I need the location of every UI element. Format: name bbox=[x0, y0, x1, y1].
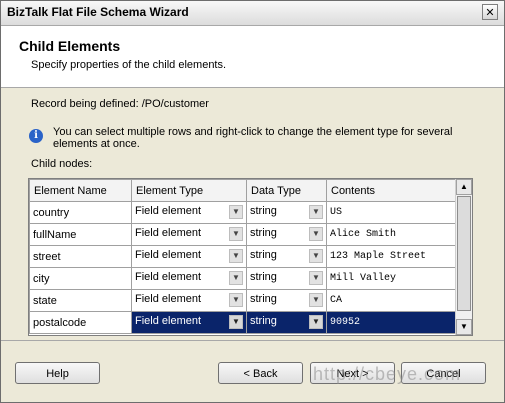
table-row[interactable]: country Field element ▼ string ▼ US bbox=[29, 201, 456, 224]
child-nodes-label: Child nodes: bbox=[31, 158, 93, 170]
scrollbar-thumb[interactable] bbox=[457, 196, 471, 311]
element-type-value: Field element bbox=[135, 205, 202, 217]
table-row-selected[interactable]: postalcode Field element ▼ string ▼ 90952 bbox=[29, 311, 456, 334]
window-title: BizTalk Flat File Schema Wizard bbox=[7, 5, 189, 19]
data-type-value: string bbox=[250, 227, 277, 239]
contents-cell[interactable]: Alice Smith bbox=[326, 223, 456, 246]
data-type-select[interactable]: string ▼ bbox=[246, 267, 327, 290]
info-message: You can select multiple rows and right-c… bbox=[53, 126, 453, 150]
dropdown-arrow-icon[interactable]: ▼ bbox=[309, 315, 323, 329]
help-button[interactable]: Help bbox=[15, 362, 100, 384]
element-type-select[interactable]: Field element ▼ bbox=[131, 245, 247, 268]
dropdown-arrow-icon[interactable]: ▼ bbox=[309, 205, 323, 219]
element-type-select[interactable]: Field element ▼ bbox=[131, 223, 247, 246]
data-type-select[interactable]: string ▼ bbox=[246, 201, 327, 224]
scroll-up-icon[interactable]: ▲ bbox=[456, 179, 472, 195]
element-name-cell[interactable]: country bbox=[29, 201, 132, 224]
wizard-header: Child Elements Specify properties of the… bbox=[1, 26, 504, 88]
close-button[interactable]: ✕ bbox=[482, 4, 498, 20]
contents-cell[interactable]: Mill Valley bbox=[326, 267, 456, 290]
dropdown-arrow-icon[interactable]: ▼ bbox=[309, 271, 323, 285]
watermark: http://cbeye.com bbox=[313, 364, 462, 384]
dropdown-arrow-icon[interactable]: ▼ bbox=[229, 249, 243, 263]
element-type-value: Field element bbox=[135, 227, 202, 239]
column-header[interactable]: Contents bbox=[326, 179, 456, 202]
back-button[interactable]: < Back bbox=[218, 362, 303, 384]
table-row[interactable]: state Field element ▼ string ▼ CA bbox=[29, 289, 456, 312]
child-nodes-table: Element Name Element Type Data Type Cont… bbox=[29, 179, 456, 334]
table-row[interactable]: fullName Field element ▼ string ▼ Alice Sm… bbox=[29, 223, 456, 246]
data-type-value: string bbox=[250, 293, 277, 305]
data-type-value: string bbox=[250, 271, 277, 283]
wizard-footer: Help < Back Next > Cancel http://cbeye.c… bbox=[1, 340, 504, 402]
data-type-value: string bbox=[250, 205, 277, 217]
title-bar: BizTalk Flat File Schema Wizard ✕ bbox=[1, 1, 504, 26]
column-header[interactable]: Data Type bbox=[246, 179, 327, 202]
element-type-value: Field element bbox=[135, 315, 202, 327]
element-name-cell[interactable]: postalcode bbox=[29, 311, 132, 334]
data-type-select[interactable]: string ▼ bbox=[246, 245, 327, 268]
data-type-select[interactable]: string ▼ bbox=[246, 289, 327, 312]
dropdown-arrow-icon[interactable]: ▼ bbox=[309, 293, 323, 307]
child-nodes-grid[interactable]: Element Name Element Type Data Type Cont… bbox=[28, 178, 473, 336]
contents-cell[interactable]: US bbox=[326, 201, 456, 224]
table-row[interactable]: street Field element ▼ string ▼ 123 Maple … bbox=[29, 245, 456, 268]
contents-cell[interactable]: 123 Maple Street bbox=[326, 245, 456, 268]
page-title: Child Elements bbox=[19, 38, 121, 54]
vertical-scrollbar[interactable]: ▲ ▼ bbox=[455, 179, 472, 335]
element-type-select[interactable]: Field element ▼ bbox=[131, 267, 247, 290]
wizard-window: BizTalk Flat File Schema Wizard ✕ Child … bbox=[0, 0, 505, 403]
column-header[interactable]: Element Name bbox=[29, 179, 132, 202]
table-row[interactable]: city Field element ▼ string ▼ Mill Valley bbox=[29, 267, 456, 290]
contents-cell[interactable]: CA bbox=[326, 289, 456, 312]
element-type-select[interactable]: Field element ▼ bbox=[131, 289, 247, 312]
element-name-cell[interactable]: fullName bbox=[29, 223, 132, 246]
column-header[interactable]: Element Type bbox=[131, 179, 247, 202]
dropdown-arrow-icon[interactable]: ▼ bbox=[229, 227, 243, 241]
element-type-value: Field element bbox=[135, 249, 202, 261]
element-type-select[interactable]: Field element ▼ bbox=[131, 201, 247, 224]
data-type-select[interactable]: string ▼ bbox=[246, 311, 327, 334]
data-type-value: string bbox=[250, 315, 277, 327]
element-type-value: Field element bbox=[135, 271, 202, 283]
scroll-down-icon[interactable]: ▼ bbox=[456, 319, 472, 335]
element-name-cell[interactable]: city bbox=[29, 267, 132, 290]
data-type-value: string bbox=[250, 249, 277, 261]
wizard-body: Record being defined: /PO/customer i You… bbox=[1, 88, 504, 340]
dropdown-arrow-icon[interactable]: ▼ bbox=[309, 227, 323, 241]
dropdown-arrow-icon[interactable]: ▼ bbox=[229, 293, 243, 307]
element-name-cell[interactable]: street bbox=[29, 245, 132, 268]
element-type-select[interactable]: Field element ▼ bbox=[131, 311, 247, 334]
page-subtitle: Specify properties of the child elements… bbox=[31, 59, 227, 71]
dropdown-arrow-icon[interactable]: ▼ bbox=[309, 249, 323, 263]
grid-header-row: Element Name Element Type Data Type Cont… bbox=[29, 179, 456, 202]
data-type-select[interactable]: string ▼ bbox=[246, 223, 327, 246]
element-type-value: Field element bbox=[135, 293, 202, 305]
contents-cell[interactable]: 90952 bbox=[326, 311, 456, 334]
dropdown-arrow-icon[interactable]: ▼ bbox=[229, 315, 243, 329]
info-icon: i bbox=[29, 129, 43, 143]
dropdown-arrow-icon[interactable]: ▼ bbox=[229, 271, 243, 285]
dropdown-arrow-icon[interactable]: ▼ bbox=[229, 205, 243, 219]
record-path-label: Record being defined: /PO/customer bbox=[31, 98, 209, 110]
element-name-cell[interactable]: state bbox=[29, 289, 132, 312]
